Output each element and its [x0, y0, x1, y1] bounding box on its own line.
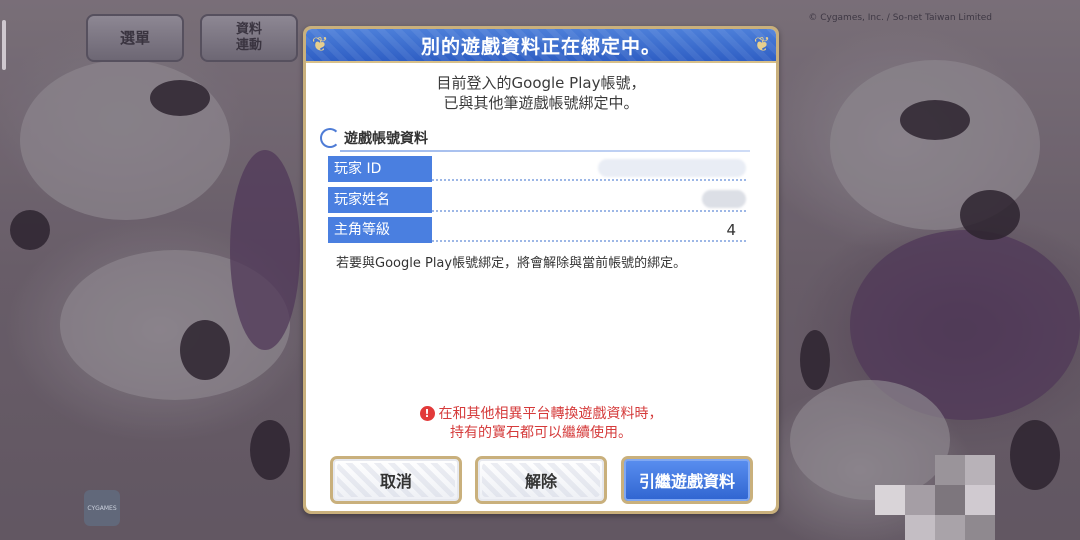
swirl-icon	[320, 128, 340, 148]
dialog-body: ❦ 別的遊戲資料正在綁定中。 ❦ 目前登入的Google Play帳號， 已與其…	[306, 29, 776, 511]
ornament-left-icon: ❦	[311, 32, 329, 56]
player-level-label: 主角等級	[328, 217, 432, 243]
player-name-row: 玩家姓名	[328, 187, 746, 213]
menu-button[interactable]: 選單	[86, 14, 184, 62]
dialog-description: 目前登入的Google Play帳號， 已與其他筆遊戲帳號綁定中。	[436, 74, 646, 112]
player-id-row: 玩家 ID	[328, 156, 746, 182]
dialog-title: 別的遊戲資料正在綁定中。	[420, 35, 661, 58]
player-name-label: 玩家姓名	[328, 187, 432, 213]
data-link-button[interactable]: 資料 連動	[200, 14, 298, 62]
player-level-row: 主角等級 4	[328, 217, 746, 243]
player-id-redacted	[598, 159, 746, 177]
account-bind-dialog: ❦ 別的遊戲資料正在綁定中。 ❦ 目前登入的Google Play帳號， 已與其…	[303, 26, 779, 514]
unbind-notice: 若要與Google Play帳號綁定，將會解除與當前帳號的綁定。	[336, 256, 687, 271]
inherit-data-button[interactable]: 引繼遊戲資料	[621, 456, 753, 504]
edge-indicator	[2, 20, 6, 70]
cygames-logo: CYGAMES	[84, 490, 120, 526]
ornament-right-icon: ❦	[753, 32, 771, 56]
mosaic-blur	[875, 455, 1005, 540]
player-level-value: 4	[726, 221, 736, 239]
dialog-header: ❦ 別的遊戲資料正在綁定中。 ❦	[306, 29, 776, 63]
account-info-section-header: 遊戲帳號資料	[320, 126, 750, 152]
copyright-text: © Cygames, Inc. / So-net Taiwan Limited	[808, 13, 992, 23]
warning-message: ! 在和其他相異平台轉換遊戲資料時， 持有的寶石都可以繼續使用。	[306, 405, 776, 443]
player-name-redacted	[702, 190, 746, 208]
cancel-button[interactable]: 取消	[330, 456, 462, 504]
release-button[interactable]: 解除	[475, 456, 607, 504]
player-id-label: 玩家 ID	[328, 156, 432, 182]
warning-icon: !	[419, 406, 435, 421]
